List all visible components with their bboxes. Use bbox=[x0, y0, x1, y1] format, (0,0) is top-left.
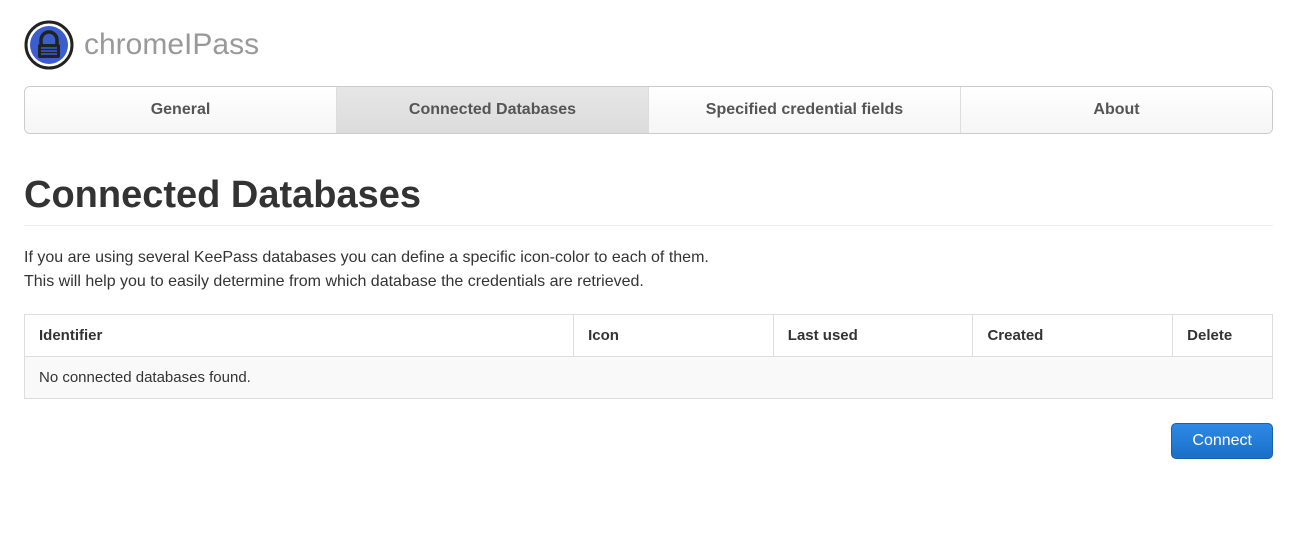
description-line-1: If you are using several KeePass databas… bbox=[24, 246, 1273, 270]
col-identifier: Identifier bbox=[25, 315, 574, 357]
connect-button[interactable]: Connect bbox=[1171, 423, 1273, 459]
tab-connected-databases[interactable]: Connected Databases bbox=[337, 87, 649, 133]
app-header: chromeIPass bbox=[24, 20, 1273, 70]
col-last-used: Last used bbox=[773, 315, 973, 357]
empty-message: No connected databases found. bbox=[25, 357, 1273, 399]
page-description: If you are using several KeePass databas… bbox=[24, 246, 1273, 294]
tab-about[interactable]: About bbox=[961, 87, 1272, 133]
tab-bar: General Connected Databases Specified cr… bbox=[24, 86, 1273, 134]
lock-icon bbox=[24, 20, 74, 70]
tab-general[interactable]: General bbox=[25, 87, 337, 133]
tab-specified-credential-fields[interactable]: Specified credential fields bbox=[649, 87, 961, 133]
button-row: Connect bbox=[24, 423, 1273, 459]
description-line-2: This will help you to easily determine f… bbox=[24, 270, 1273, 294]
col-icon: Icon bbox=[574, 315, 774, 357]
col-delete: Delete bbox=[1173, 315, 1273, 357]
col-created: Created bbox=[973, 315, 1173, 357]
table-header-row: Identifier Icon Last used Created Delete bbox=[25, 315, 1273, 357]
app-title: chromeIPass bbox=[84, 28, 259, 62]
table-empty-row: No connected databases found. bbox=[25, 357, 1273, 399]
page-title: Connected Databases bbox=[24, 174, 1273, 226]
databases-table: Identifier Icon Last used Created Delete… bbox=[24, 314, 1273, 399]
